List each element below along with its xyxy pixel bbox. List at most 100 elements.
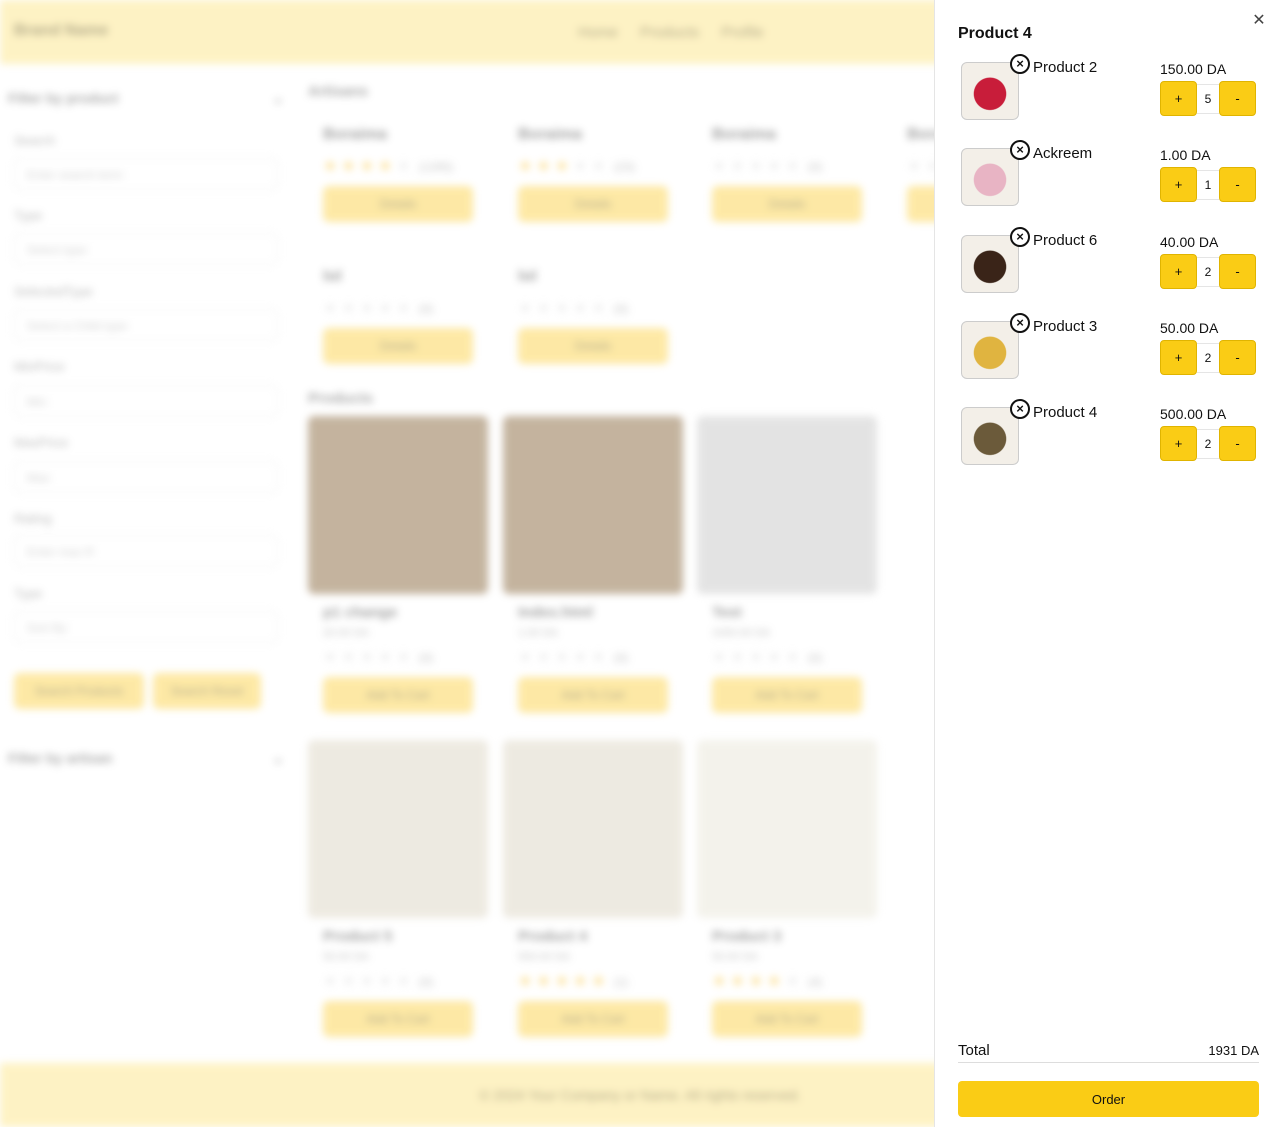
star-icon: ★	[536, 973, 555, 990]
quantity-value[interactable]: 5	[1197, 83, 1219, 114]
sort-select[interactable]: Sort By	[14, 611, 278, 643]
star-icon: ★	[748, 158, 768, 175]
artisan-card: lol ★★★★★ (0) Details	[503, 268, 683, 388]
star-icon: ★	[378, 973, 397, 990]
cart-item-price: 500.00 DA	[1160, 406, 1227, 422]
rating-count: (0)	[807, 160, 823, 174]
filter-artisan-header[interactable]: Filter by artisan ⌄	[8, 750, 284, 767]
nav-profile[interactable]: Profile	[721, 24, 764, 41]
brand-name[interactable]: Brand Name	[14, 22, 108, 40]
star-icon: ★	[785, 973, 804, 990]
product-image[interactable]	[308, 740, 488, 918]
decrease-quantity-button[interactable]: -	[1219, 167, 1256, 202]
star-icon: ★	[396, 973, 415, 990]
quantity-value[interactable]: 2	[1197, 342, 1219, 373]
nav-home[interactable]: Home	[578, 24, 618, 41]
product-price: 20.00 DA	[323, 627, 369, 639]
decrease-quantity-button[interactable]: -	[1219, 254, 1256, 289]
details-button[interactable]: Details	[518, 328, 668, 364]
product-image[interactable]	[503, 740, 683, 918]
decrease-quantity-button[interactable]: -	[1219, 81, 1256, 116]
main-nav: Home Products Profile	[578, 24, 764, 41]
remove-item-icon[interactable]: ×	[1010, 313, 1030, 333]
details-button[interactable]: Details	[712, 186, 862, 222]
star-icon: ★	[554, 973, 574, 990]
star-icon: ★	[573, 649, 592, 666]
star-icon: ★	[536, 649, 555, 666]
remove-item-icon[interactable]: ×	[1010, 227, 1030, 247]
min-price-input[interactable]: Min	[14, 385, 278, 417]
details-button[interactable]: Details	[323, 186, 473, 222]
increase-quantity-button[interactable]: +	[1160, 167, 1197, 202]
star-icon: ★	[359, 649, 379, 666]
cart-item-price: 150.00 DA	[1160, 61, 1227, 77]
star-icon: ★	[536, 300, 555, 317]
star-icon: ★	[323, 649, 342, 666]
cart-item: × Product 4 500.00 DA +2-	[958, 399, 1258, 472]
order-button[interactable]: Order	[958, 1081, 1259, 1117]
artisans-heading: Artisans	[308, 83, 369, 100]
star-icon: ★	[396, 300, 415, 317]
add-to-cart-button[interactable]: Add To Cart	[712, 677, 862, 713]
star-icon: ★	[323, 300, 342, 317]
rating-count: (4)	[807, 975, 823, 989]
rating-count: (0)	[613, 651, 629, 665]
cart-item-name: Ackreem	[1033, 145, 1093, 162]
product-image[interactable]	[308, 416, 488, 594]
details-button[interactable]: Details	[323, 328, 473, 364]
quantity-stepper: +2-	[1160, 254, 1256, 289]
selected-type-label: SelectedType	[14, 284, 93, 299]
search-reset-button[interactable]: Search Reset	[153, 673, 261, 709]
add-to-cart-button[interactable]: Add To Cart	[518, 1001, 668, 1037]
cart-item: × Product 3 50.00 DA +2-	[958, 313, 1258, 386]
increase-quantity-button[interactable]: +	[1160, 81, 1197, 116]
decrease-quantity-button[interactable]: -	[1219, 426, 1256, 461]
increase-quantity-button[interactable]: +	[1160, 340, 1197, 375]
star-icon: ★	[341, 158, 360, 175]
star-icon: ★	[554, 300, 574, 317]
cart-item-price: 1.00 DA	[1160, 147, 1211, 163]
add-to-cart-button[interactable]: Add To Cart	[518, 677, 668, 713]
quantity-value[interactable]: 1	[1197, 169, 1219, 200]
max-price-input[interactable]: Max	[14, 461, 278, 493]
star-icon: ★	[767, 158, 786, 175]
product-image[interactable]	[697, 416, 877, 594]
filter-product-header[interactable]: Filter by product ⌄	[8, 90, 284, 107]
cart-item: × Ackreem 1.00 DA +1-	[958, 140, 1258, 213]
search-products-button[interactable]: Search Products	[14, 673, 144, 709]
star-icon: ★	[518, 973, 537, 990]
cart-title: Product 4	[958, 25, 1032, 42]
add-to-cart-button[interactable]: Add To Cart	[323, 677, 473, 713]
star-icon: ★	[907, 158, 926, 175]
product-thumbnail	[961, 321, 1019, 379]
child-type-select[interactable]: Select a Child type	[14, 309, 278, 341]
nav-products[interactable]: Products	[640, 24, 699, 41]
increase-quantity-button[interactable]: +	[1160, 426, 1197, 461]
add-to-cart-button[interactable]: Add To Cart	[712, 1001, 862, 1037]
remove-item-icon[interactable]: ×	[1010, 54, 1030, 74]
artisan-name: Boraima	[518, 126, 583, 143]
star-icon: ★	[573, 158, 592, 175]
product-image[interactable]	[503, 416, 683, 594]
type-select[interactable]: Select type	[14, 233, 278, 265]
quantity-value[interactable]: 2	[1197, 256, 1219, 287]
star-icon: ★	[536, 158, 555, 175]
decrease-quantity-button[interactable]: -	[1219, 340, 1256, 375]
star-icon: ★	[378, 649, 397, 666]
filter-artisan-title: Filter by artisan	[8, 750, 113, 766]
product-card: Product 4 500.00 DA ★★★★★ (1) Add To Cart	[503, 740, 683, 1037]
remove-item-icon[interactable]: ×	[1010, 399, 1030, 419]
rating-input[interactable]: Enter max R	[14, 535, 278, 567]
search-input[interactable]: Enter search term	[14, 158, 278, 190]
add-to-cart-button[interactable]: Add To Cart	[323, 1001, 473, 1037]
product-price: 1.00 DA	[518, 627, 558, 639]
product-image[interactable]	[697, 740, 877, 918]
product-card: Index.html 1.00 DA ★★★★★ (0) Add To Cart	[503, 416, 683, 713]
close-icon[interactable]: ✕	[1250, 12, 1268, 30]
quantity-value[interactable]: 2	[1197, 428, 1219, 459]
details-button[interactable]: Details	[518, 186, 668, 222]
chevron-down-icon: ⌄	[272, 750, 284, 766]
increase-quantity-button[interactable]: +	[1160, 254, 1197, 289]
remove-item-icon[interactable]: ×	[1010, 140, 1030, 160]
star-icon: ★	[712, 973, 731, 990]
